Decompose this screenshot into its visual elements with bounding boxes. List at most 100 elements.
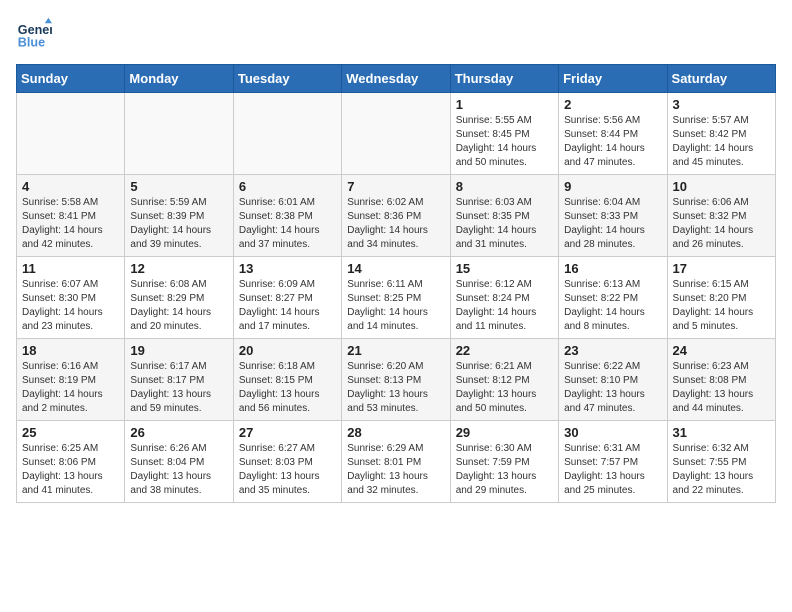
day-info: Sunrise: 6:07 AM Sunset: 8:30 PM Dayligh… bbox=[22, 278, 119, 334]
day-number: 10 bbox=[673, 179, 770, 194]
calendar-cell: 22 Sunrise: 6:21 AM Sunset: 8:12 PM Dayli… bbox=[450, 339, 558, 421]
calendar-cell: 14 Sunrise: 6:11 AM Sunset: 8:25 PM Dayli… bbox=[342, 257, 450, 339]
day-info: Sunrise: 6:30 AM Sunset: 7:59 PM Dayligh… bbox=[456, 442, 553, 498]
calendar-cell: 28Sunrise: 6:29 AM Sunset: 8:01 PM Dayli… bbox=[342, 421, 450, 503]
weekday-tuesday: Tuesday bbox=[233, 65, 341, 93]
day-number: 22 bbox=[456, 343, 553, 358]
weekday-thursday: Thursday bbox=[450, 65, 558, 93]
calendar-cell: 13 Sunrise: 6:09 AM Sunset: 8:27 PM Dayli… bbox=[233, 257, 341, 339]
day-info: Sunrise: 6:20 AM Sunset: 8:13 PM Dayligh… bbox=[347, 360, 444, 416]
week-row-4: 18 Sunrise: 6:16 AM Sunset: 8:19 PM Dayli… bbox=[17, 339, 776, 421]
calendar-cell: 3 Sunrise: 5:57 AM Sunset: 8:42 PM Daylig… bbox=[667, 93, 775, 175]
day-info: Sunrise: 6:31 AM Sunset: 7:57 PM Dayligh… bbox=[564, 442, 661, 498]
day-number: 12 bbox=[130, 261, 227, 276]
day-number: 23 bbox=[564, 343, 661, 358]
day-info: Sunrise: 5:56 AM Sunset: 8:44 PM Dayligh… bbox=[564, 114, 661, 170]
day-number: 2 bbox=[564, 97, 661, 112]
calendar-cell bbox=[125, 93, 233, 175]
calendar-cell: 31Sunrise: 6:32 AM Sunset: 7:55 PM Dayli… bbox=[667, 421, 775, 503]
day-info: Sunrise: 6:01 AM Sunset: 8:38 PM Dayligh… bbox=[239, 196, 336, 252]
logo-icon: General Blue bbox=[16, 16, 52, 52]
day-number: 19 bbox=[130, 343, 227, 358]
calendar-cell: 20 Sunrise: 6:18 AM Sunset: 8:15 PM Dayli… bbox=[233, 339, 341, 421]
week-row-3: 11 Sunrise: 6:07 AM Sunset: 8:30 PM Dayli… bbox=[17, 257, 776, 339]
calendar-cell: 7 Sunrise: 6:02 AM Sunset: 8:36 PM Daylig… bbox=[342, 175, 450, 257]
day-number: 13 bbox=[239, 261, 336, 276]
calendar-cell: 25Sunrise: 6:25 AM Sunset: 8:06 PM Dayli… bbox=[17, 421, 125, 503]
weekday-sunday: Sunday bbox=[17, 65, 125, 93]
day-number: 18 bbox=[22, 343, 119, 358]
calendar-cell: 2 Sunrise: 5:56 AM Sunset: 8:44 PM Daylig… bbox=[559, 93, 667, 175]
calendar-cell: 23 Sunrise: 6:22 AM Sunset: 8:10 PM Dayli… bbox=[559, 339, 667, 421]
week-row-5: 25Sunrise: 6:25 AM Sunset: 8:06 PM Dayli… bbox=[17, 421, 776, 503]
day-number: 30 bbox=[564, 425, 661, 440]
calendar-cell: 9 Sunrise: 6:04 AM Sunset: 8:33 PM Daylig… bbox=[559, 175, 667, 257]
day-number: 26 bbox=[130, 425, 227, 440]
calendar-cell: 5 Sunrise: 5:59 AM Sunset: 8:39 PM Daylig… bbox=[125, 175, 233, 257]
day-number: 1 bbox=[456, 97, 553, 112]
day-info: Sunrise: 6:13 AM Sunset: 8:22 PM Dayligh… bbox=[564, 278, 661, 334]
day-info: Sunrise: 6:27 AM Sunset: 8:03 PM Dayligh… bbox=[239, 442, 336, 498]
calendar-cell: 1 Sunrise: 5:55 AM Sunset: 8:45 PM Daylig… bbox=[450, 93, 558, 175]
day-info: Sunrise: 6:11 AM Sunset: 8:25 PM Dayligh… bbox=[347, 278, 444, 334]
day-info: Sunrise: 6:22 AM Sunset: 8:10 PM Dayligh… bbox=[564, 360, 661, 416]
day-number: 4 bbox=[22, 179, 119, 194]
day-info: Sunrise: 6:26 AM Sunset: 8:04 PM Dayligh… bbox=[130, 442, 227, 498]
day-info: Sunrise: 6:04 AM Sunset: 8:33 PM Dayligh… bbox=[564, 196, 661, 252]
day-info: Sunrise: 5:57 AM Sunset: 8:42 PM Dayligh… bbox=[673, 114, 770, 170]
day-number: 20 bbox=[239, 343, 336, 358]
day-number: 16 bbox=[564, 261, 661, 276]
day-info: Sunrise: 5:58 AM Sunset: 8:41 PM Dayligh… bbox=[22, 196, 119, 252]
day-number: 9 bbox=[564, 179, 661, 194]
weekday-friday: Friday bbox=[559, 65, 667, 93]
calendar-table: SundayMondayTuesdayWednesdayThursdayFrid… bbox=[16, 64, 776, 503]
day-number: 29 bbox=[456, 425, 553, 440]
day-info: Sunrise: 6:02 AM Sunset: 8:36 PM Dayligh… bbox=[347, 196, 444, 252]
day-info: Sunrise: 6:16 AM Sunset: 8:19 PM Dayligh… bbox=[22, 360, 119, 416]
day-info: Sunrise: 5:55 AM Sunset: 8:45 PM Dayligh… bbox=[456, 114, 553, 170]
svg-text:Blue: Blue bbox=[18, 36, 45, 50]
calendar-cell: 4 Sunrise: 5:58 AM Sunset: 8:41 PM Daylig… bbox=[17, 175, 125, 257]
day-info: Sunrise: 6:17 AM Sunset: 8:17 PM Dayligh… bbox=[130, 360, 227, 416]
day-number: 11 bbox=[22, 261, 119, 276]
day-number: 17 bbox=[673, 261, 770, 276]
calendar-cell: 29 Sunrise: 6:30 AM Sunset: 7:59 PM Dayli… bbox=[450, 421, 558, 503]
day-info: Sunrise: 6:09 AM Sunset: 8:27 PM Dayligh… bbox=[239, 278, 336, 334]
day-number: 3 bbox=[673, 97, 770, 112]
day-number: 5 bbox=[130, 179, 227, 194]
calendar-cell: 12 Sunrise: 6:08 AM Sunset: 8:29 PM Dayli… bbox=[125, 257, 233, 339]
page-header: General Blue bbox=[16, 16, 776, 52]
day-number: 6 bbox=[239, 179, 336, 194]
calendar-cell bbox=[233, 93, 341, 175]
day-number: 7 bbox=[347, 179, 444, 194]
day-number: 8 bbox=[456, 179, 553, 194]
calendar-cell: 18 Sunrise: 6:16 AM Sunset: 8:19 PM Dayli… bbox=[17, 339, 125, 421]
day-number: 27 bbox=[239, 425, 336, 440]
day-info: Sunrise: 6:08 AM Sunset: 8:29 PM Dayligh… bbox=[130, 278, 227, 334]
day-info: Sunrise: 6:23 AM Sunset: 8:08 PM Dayligh… bbox=[673, 360, 770, 416]
day-info: Sunrise: 6:15 AM Sunset: 8:20 PM Dayligh… bbox=[673, 278, 770, 334]
calendar-cell bbox=[342, 93, 450, 175]
day-info: Sunrise: 6:32 AM Sunset: 7:55 PM Dayligh… bbox=[673, 442, 770, 498]
calendar-cell: 19 Sunrise: 6:17 AM Sunset: 8:17 PM Dayli… bbox=[125, 339, 233, 421]
day-info: Sunrise: 5:59 AM Sunset: 8:39 PM Dayligh… bbox=[130, 196, 227, 252]
calendar-cell: 11 Sunrise: 6:07 AM Sunset: 8:30 PM Dayli… bbox=[17, 257, 125, 339]
day-info: Sunrise: 6:18 AM Sunset: 8:15 PM Dayligh… bbox=[239, 360, 336, 416]
day-number: 14 bbox=[347, 261, 444, 276]
calendar-body: 1 Sunrise: 5:55 AM Sunset: 8:45 PM Daylig… bbox=[17, 93, 776, 503]
weekday-monday: Monday bbox=[125, 65, 233, 93]
calendar-cell: 30 Sunrise: 6:31 AM Sunset: 7:57 PM Dayli… bbox=[559, 421, 667, 503]
calendar-cell bbox=[17, 93, 125, 175]
calendar-cell: 24Sunrise: 6:23 AM Sunset: 8:08 PM Dayli… bbox=[667, 339, 775, 421]
calendar-cell: 15 Sunrise: 6:12 AM Sunset: 8:24 PM Dayli… bbox=[450, 257, 558, 339]
day-number: 15 bbox=[456, 261, 553, 276]
calendar-cell: 16 Sunrise: 6:13 AM Sunset: 8:22 PM Dayli… bbox=[559, 257, 667, 339]
calendar-cell: 21Sunrise: 6:20 AM Sunset: 8:13 PM Dayli… bbox=[342, 339, 450, 421]
weekday-saturday: Saturday bbox=[667, 65, 775, 93]
day-info: Sunrise: 6:21 AM Sunset: 8:12 PM Dayligh… bbox=[456, 360, 553, 416]
logo: General Blue bbox=[16, 16, 56, 52]
day-info: Sunrise: 6:12 AM Sunset: 8:24 PM Dayligh… bbox=[456, 278, 553, 334]
day-info: Sunrise: 6:03 AM Sunset: 8:35 PM Dayligh… bbox=[456, 196, 553, 252]
day-info: Sunrise: 6:29 AM Sunset: 8:01 PM Dayligh… bbox=[347, 442, 444, 498]
weekday-wednesday: Wednesday bbox=[342, 65, 450, 93]
